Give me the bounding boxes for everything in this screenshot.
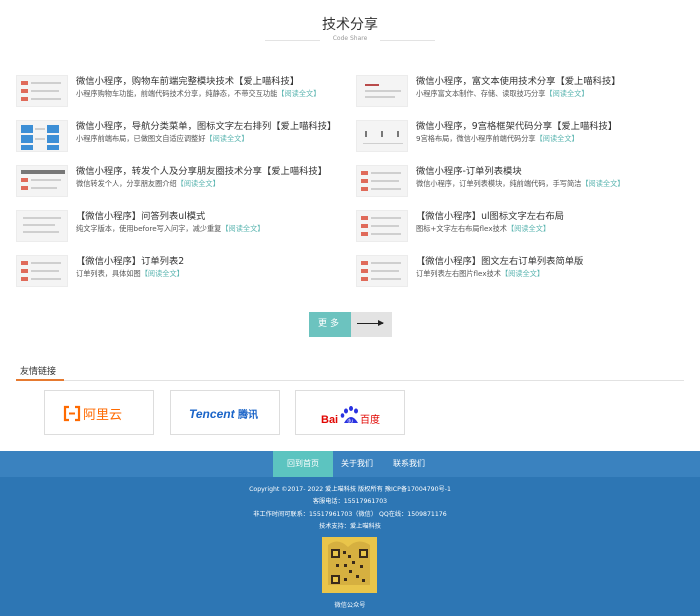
section-header: 技术分享 Code Share xyxy=(0,0,700,60)
qr-caption: 微信公众号 xyxy=(334,602,366,609)
read-more-link[interactable]: 【阅读全文】 xyxy=(221,224,264,233)
article-thumbnail[interactable] xyxy=(356,255,408,287)
article-desc: 纯文字版本，使用before写入问字，减少重复【阅读全文】 xyxy=(76,224,265,233)
tencent-cn-text: 腾讯 xyxy=(237,408,258,421)
article-item[interactable]: 微信小程序，富文本使用技术分享【爱上喵科技】 小程序富文本制作、存储、读取技巧分… xyxy=(356,70,686,110)
links-accent-bar xyxy=(16,379,64,381)
read-more-link[interactable]: 【阅读全文】 xyxy=(205,134,248,143)
baidu-cn-text: 百度 xyxy=(360,413,380,426)
read-more-link[interactable]: 【阅读全文】 xyxy=(536,134,579,143)
article-item[interactable]: 微信小程序-订单列表模块 微信小程序，订单列表模块，纯前端代码，手写简洁【阅读全… xyxy=(356,160,686,200)
read-more-link[interactable]: 【阅读全文】 xyxy=(581,179,624,188)
footer-support: 技术支持：爱上喵科技 xyxy=(319,523,381,530)
article-thumbnail[interactable] xyxy=(16,165,68,197)
footer-nav: 回到首页 关于我们 联系我们 xyxy=(0,451,700,477)
qr-code-icon xyxy=(322,537,377,593)
more-button-arrow[interactable] xyxy=(351,312,392,337)
article-desc: 9宫格布局，微信小程序前端代码分享【阅读全文】 xyxy=(416,134,579,143)
baidu-bai-text: Bai xyxy=(321,414,338,426)
wechat-qr-code xyxy=(322,537,377,593)
article-desc: 小程序购物车功能，前端代码技术分享，纯静态，不带交互功能【阅读全文】 xyxy=(76,89,321,98)
baidu-logo-icon: Bai du 百度 xyxy=(321,406,380,426)
article-title[interactable]: 微信小程序，购物车前端完整模块技术【爱上喵科技】 xyxy=(76,73,299,87)
article-desc: 小程序前端布局，已做图文自适应调整好【阅读全文】 xyxy=(76,134,249,143)
links-title: 友情链接 xyxy=(20,367,57,377)
footer-phone: 客服电话：15517961703 xyxy=(312,498,388,505)
article-title[interactable]: 【微信小程序】订单列表2 xyxy=(76,253,184,267)
footer-nav-about[interactable]: 关于我们 xyxy=(333,451,381,477)
article-title[interactable]: 【微信小程序】ul图标文字左右布局 xyxy=(416,208,564,222)
article-thumbnail[interactable] xyxy=(356,165,408,197)
article-item[interactable]: 【微信小程序】问答列表ul模式 纯文字版本，使用before写入问字，减少重复【… xyxy=(16,205,346,245)
article-thumbnail[interactable] xyxy=(356,210,408,242)
article-title[interactable]: 微信小程序-订单列表模块 xyxy=(416,163,522,177)
footer-copyright: Copyright ©2017- 2022 爱上喵科技 版权所有 豫ICP备17… xyxy=(249,486,451,493)
aliyun-logo-icon: 阿里云 xyxy=(63,405,122,423)
partner-link-tencent[interactable]: Tencent 腾讯 xyxy=(170,390,280,435)
article-thumbnail[interactable] xyxy=(16,210,68,242)
article-thumbnail[interactable] xyxy=(356,120,408,152)
article-desc: 订单列表左右图片flex技术【阅读全文】 xyxy=(416,269,545,278)
article-item[interactable]: 微信小程序，导航分类菜单，图标文字左右排列【爱上喵科技】 小程序前端布局，已做图… xyxy=(16,115,346,155)
tencent-logo-icon: Tencent 腾讯 xyxy=(189,407,258,421)
baidu-du-text: du xyxy=(348,419,354,425)
article-desc: 小程序富文本制作、存储、读取技巧分享【阅读全文】 xyxy=(416,89,589,98)
section-subtitle: Code Share xyxy=(320,35,380,42)
article-title[interactable]: 微信小程序，导航分类菜单，图标文字左右排列【爱上喵科技】 xyxy=(76,118,336,132)
article-item[interactable]: 微信小程序，9宫格框架代码分享【爱上喵科技】 9宫格布局，微信小程序前端代码分享… xyxy=(356,115,686,155)
article-item[interactable]: 微信小程序，购物车前端完整模块技术【爱上喵科技】 小程序购物车功能，前端代码技术… xyxy=(16,70,346,110)
more-button-label[interactable]: 更多 xyxy=(309,312,351,337)
article-thumbnail[interactable] xyxy=(356,75,408,107)
article-item[interactable]: 【微信小程序】订单列表2 订单列表，具体如图【阅读全文】 xyxy=(16,250,346,290)
article-desc: 微信小程序，订单列表模块，纯前端代码，手写简洁【阅读全文】 xyxy=(416,179,625,188)
footer-offhours-contact: 非工作时间可联系：15517961703（微信） QQ在线：1509871176 xyxy=(253,511,447,518)
footer-nav-home[interactable]: 回到首页 xyxy=(273,451,333,477)
partner-link-baidu[interactable]: Bai du 百度 xyxy=(295,390,405,435)
article-thumbnail[interactable] xyxy=(16,120,68,152)
article-title[interactable]: 微信小程序，转发个人及分享朋友圈技术分享【爱上喵科技】 xyxy=(76,163,327,177)
article-title[interactable]: 微信小程序，富文本使用技术分享【爱上喵科技】 xyxy=(416,73,621,87)
aliyun-text: 阿里云 xyxy=(83,408,122,423)
read-more-link[interactable]: 【阅读全文】 xyxy=(501,269,544,278)
read-more-link[interactable]: 【阅读全文】 xyxy=(277,89,320,98)
article-title[interactable]: 【微信小程序】问答列表ul模式 xyxy=(76,208,205,222)
links-divider xyxy=(16,380,684,381)
article-title[interactable]: 微信小程序，9宫格框架代码分享【爱上喵科技】 xyxy=(416,118,617,132)
arrow-right-icon xyxy=(357,320,384,326)
read-more-link[interactable]: 【阅读全文】 xyxy=(545,89,588,98)
read-more-link[interactable]: 【阅读全文】 xyxy=(177,179,220,188)
article-item[interactable]: 【微信小程序】ul图标文字左右布局 图标+文字左右布局flex技术【阅读全文】 xyxy=(356,205,686,245)
footer-nav-contact[interactable]: 联系我们 xyxy=(385,451,433,477)
article-desc: 订单列表，具体如图【阅读全文】 xyxy=(76,269,184,278)
tencent-en-text: Tencent xyxy=(189,407,236,421)
read-more-link[interactable]: 【阅读全文】 xyxy=(141,269,184,278)
partner-link-aliyun[interactable]: 阿里云 xyxy=(44,390,154,435)
article-item[interactable]: 【微信小程序】图文左右订单列表简单版 订单列表左右图片flex技术【阅读全文】 xyxy=(356,250,686,290)
article-thumbnail[interactable] xyxy=(16,255,68,287)
read-more-link[interactable]: 【阅读全文】 xyxy=(507,224,550,233)
article-desc: 微信转发个人，分享朋友圈介绍【阅读全文】 xyxy=(76,179,220,188)
more-button[interactable]: 更多 xyxy=(309,312,392,337)
article-title[interactable]: 【微信小程序】图文左右订单列表简单版 xyxy=(416,253,583,267)
section-title: 技术分享 xyxy=(322,17,378,33)
article-item[interactable]: 微信小程序，转发个人及分享朋友圈技术分享【爱上喵科技】 微信转发个人，分享朋友圈… xyxy=(16,160,346,200)
article-desc: 图标+文字左右布局flex技术【阅读全文】 xyxy=(416,224,551,233)
article-thumbnail[interactable] xyxy=(16,75,68,107)
